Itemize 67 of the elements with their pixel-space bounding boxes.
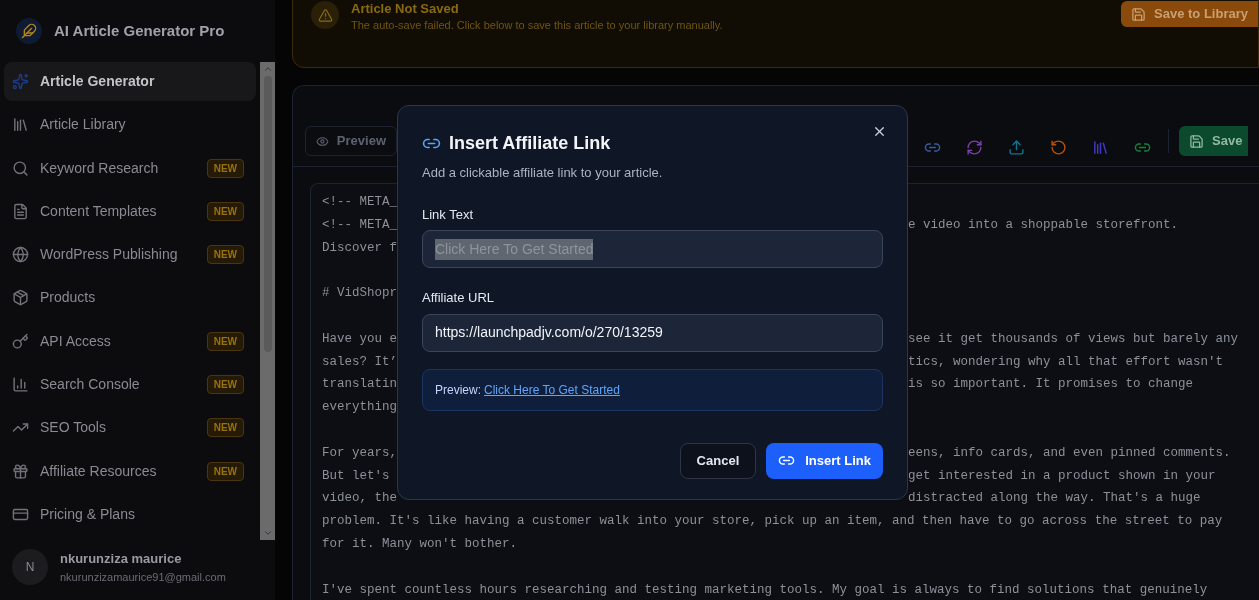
save-button[interactable]: Save: [1179, 126, 1249, 156]
code-line: I've spent countless hours researching and testing marketing tools. My goal is always to find solutions that genuinely: [322, 582, 1208, 597]
new-badge: NEW: [206, 375, 244, 394]
user-name: nkurunziza maurice: [60, 550, 183, 568]
new-badge: NEW: [206, 158, 244, 178]
avatar: N: [12, 549, 48, 585]
sidebar-item[interactable]: Article Library: [4, 105, 256, 145]
code-line: eens, info cards, and even pinned comments.: [908, 444, 1231, 462]
field-label: Link Text: [422, 205, 475, 224]
refresh-icon[interactable]: [966, 139, 983, 156]
code-line: problem. It's like having a customer walk into your store, pick up an item, and then have to go across the street to pay: [322, 514, 1223, 529]
banner-message: The auto-save failed. Click below to save this article to your library manually.: [351, 18, 724, 33]
insert-link-button[interactable]: Insert Link: [766, 442, 883, 479]
undo-icon[interactable]: [1050, 139, 1067, 156]
code-line: Discover f: [322, 240, 397, 255]
code-line: # VidShopr: [322, 286, 397, 301]
code-line: get interested in a product shown in your: [908, 467, 1216, 485]
code-line: video, the: [322, 491, 397, 506]
dialog-subtitle: Add a clickable affiliate link to your article.: [422, 164, 664, 182]
sidebar-item[interactable]: Pricing & Plans: [4, 494, 256, 534]
code-line: is so important. It promises to change: [908, 376, 1194, 394]
code-line: everything: [322, 400, 397, 415]
scroll-down-icon[interactable]: [262, 528, 273, 538]
code-line: But let's: [322, 468, 390, 483]
sidebar-item[interactable]: Article Generator: [4, 62, 256, 102]
warning-icon: [311, 1, 339, 29]
code-line: distracted along the way. That's a huge: [908, 490, 1201, 508]
new-badge: NEW: [206, 201, 244, 221]
code-line: e video into a shoppable storefront.: [908, 216, 1179, 234]
sidebar-item[interactable]: WordPress Publishing NEW: [4, 235, 256, 275]
code-line: tics, wondering why all that effort wasn't: [908, 353, 1224, 371]
new-badge: NEW: [206, 245, 244, 265]
field-label: Affiliate URL: [422, 289, 495, 307]
sidebar-item[interactable]: Keyword Research NEW: [4, 148, 256, 188]
banner-title: Article Not Saved: [351, 1, 460, 17]
new-badge: NEW: [206, 418, 244, 438]
logo-icon: [16, 18, 42, 44]
preview-label: Preview:: [435, 381, 481, 399]
code-line: see it get thousands of views but barely any: [908, 330, 1239, 348]
preview-link[interactable]: Click Here To Get Started: [484, 380, 620, 399]
sidebar-item[interactable]: API Access NEW: [4, 321, 256, 361]
library-icon[interactable]: [1092, 139, 1109, 156]
scrollbar[interactable]: [260, 62, 275, 540]
sidebar-item[interactable]: Products: [4, 278, 256, 318]
code-line: for it. Many won't bother.: [322, 536, 518, 551]
code-line: sales? It’: [322, 354, 397, 369]
sidebar-item[interactable]: Content Templates NEW: [4, 191, 256, 232]
sidebar-item[interactable]: Search Console NEW: [4, 364, 256, 405]
sidebar-item[interactable]: Affiliate Resources NEW: [4, 451, 256, 491]
save-icon: [1189, 133, 1204, 149]
dialog-title: Insert Affiliate Link: [449, 132, 611, 155]
user-email: nkurunzizamaurice91@gmail.com: [60, 569, 226, 585]
sidebar-item[interactable]: SEO Tools NEW: [4, 408, 256, 448]
code-line: <!-- META_: [322, 217, 397, 232]
scroll-up-icon[interactable]: [262, 64, 273, 74]
new-badge: NEW: [206, 461, 244, 481]
code-line: Have you e: [322, 331, 397, 346]
code-line: For years,: [322, 445, 397, 460]
code-line: <!-- META_: [322, 195, 397, 209]
save-icon: [1131, 6, 1147, 22]
app-title: AI Article Generator Pro: [54, 20, 225, 41]
upload-icon[interactable]: [1008, 139, 1025, 156]
cancel-button[interactable]: Cancel: [679, 442, 757, 479]
input-field[interactable]: https://launchpadjv.com/o/270/13259: [422, 313, 883, 352]
close-icon[interactable]: [872, 124, 887, 139]
code-line: translatin: [322, 377, 397, 392]
new-badge: NEW: [206, 331, 244, 351]
